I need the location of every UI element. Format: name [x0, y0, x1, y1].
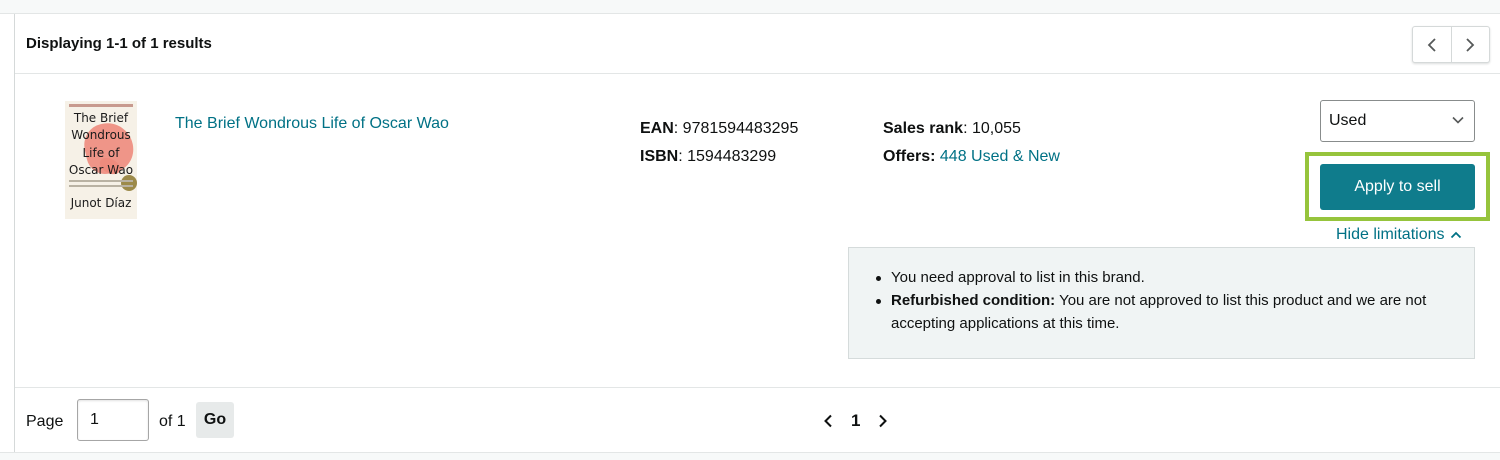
current-page-number[interactable]: 1	[851, 411, 860, 431]
ean-label: EAN	[640, 120, 674, 137]
prev-results-button[interactable]	[1413, 27, 1451, 62]
cover-title-line: The Brief	[73, 111, 129, 125]
limitations-box: You need approval to list in this brand.…	[848, 247, 1475, 359]
chevron-right-icon	[1466, 37, 1475, 52]
offers-link[interactable]: 448 Used & New	[940, 148, 1060, 165]
page-total-label: of 1	[159, 413, 186, 430]
page-number-input[interactable]	[77, 399, 149, 441]
limitation-text: You need approval to list in this brand.	[891, 269, 1145, 286]
offers-line: Offers: 448 Used & New	[883, 143, 1060, 171]
results-panel: Displaying 1-1 of 1 results The Brief Wo…	[14, 14, 1500, 454]
cover-title-line: Oscar Wao	[68, 163, 134, 177]
sales-rank-line: Sales rank: 10,055	[883, 120, 1021, 137]
isbn-line: ISBN: 1594483299	[640, 148, 777, 165]
cover-tagline	[69, 104, 133, 107]
ean-line: EAN: 9781594483295	[640, 120, 799, 137]
product-stats: Sales rank: 10,055 Offers: 448 Used & Ne…	[883, 115, 1060, 171]
chevron-left-icon	[1427, 37, 1436, 52]
sales-rank-value: 10,055	[971, 120, 1021, 137]
book-cover-image[interactable]: The Brief Wondrous Life of Oscar Wao Jun…	[65, 101, 137, 219]
isbn-value: 1594483299	[687, 148, 777, 165]
ean-value: 9781594483295	[682, 120, 799, 137]
cover-author-line: Junot Díaz	[70, 196, 132, 210]
product-title-link[interactable]: The Brief Wondrous Life of Oscar Wao	[175, 115, 449, 133]
limitation-bold: Refurbished condition:	[891, 292, 1056, 309]
condition-select[interactable]: Used	[1320, 100, 1475, 142]
offers-label: Offers:	[883, 148, 936, 165]
go-button[interactable]: Go	[196, 402, 234, 438]
chevron-right-icon	[879, 414, 888, 428]
apply-to-sell-button[interactable]: Apply to sell	[1320, 164, 1475, 210]
next-results-button[interactable]	[1450, 27, 1490, 62]
results-header: Displaying 1-1 of 1 results	[15, 14, 1500, 74]
sales-rank-label: Sales rank	[883, 120, 964, 137]
prev-page-button[interactable]	[823, 414, 833, 428]
limitation-item: You need approval to list in this brand.	[875, 266, 1460, 289]
cover-blurb-line	[69, 185, 133, 187]
cover-title-line: Life of	[82, 146, 120, 160]
cover-title-line: Wondrous	[71, 128, 131, 142]
pagination: 1	[823, 410, 888, 432]
limitation-item: Refurbished condition: You are not appro…	[875, 289, 1460, 335]
chevron-down-icon	[1452, 116, 1464, 124]
next-page-button[interactable]	[878, 414, 888, 428]
hide-limitations-toggle[interactable]: Hide limitations	[1336, 226, 1462, 244]
condition-selected-value: Used	[1329, 112, 1367, 129]
chevron-up-icon	[1451, 231, 1462, 239]
results-count: Displaying 1-1 of 1 results	[26, 35, 212, 52]
cover-blurb-line	[69, 180, 133, 182]
cover-award-badge	[121, 175, 137, 191]
product-row: The Brief Wondrous Life of Oscar Wao Jun…	[15, 75, 1500, 387]
pagination-footer: Page of 1 Go 1	[15, 387, 1500, 452]
top-strip	[0, 0, 1500, 14]
page-label: Page	[26, 413, 64, 430]
limitations-list: You need approval to list in this brand.…	[875, 266, 1460, 335]
isbn-label: ISBN	[640, 148, 679, 165]
bottom-strip	[0, 452, 1500, 460]
results-pager	[1412, 26, 1490, 63]
identifiers: EAN: 9781594483295 ISBN: 1594483299	[640, 115, 798, 171]
chevron-left-icon	[824, 414, 832, 428]
hide-limitations-label: Hide limitations	[1336, 226, 1445, 243]
